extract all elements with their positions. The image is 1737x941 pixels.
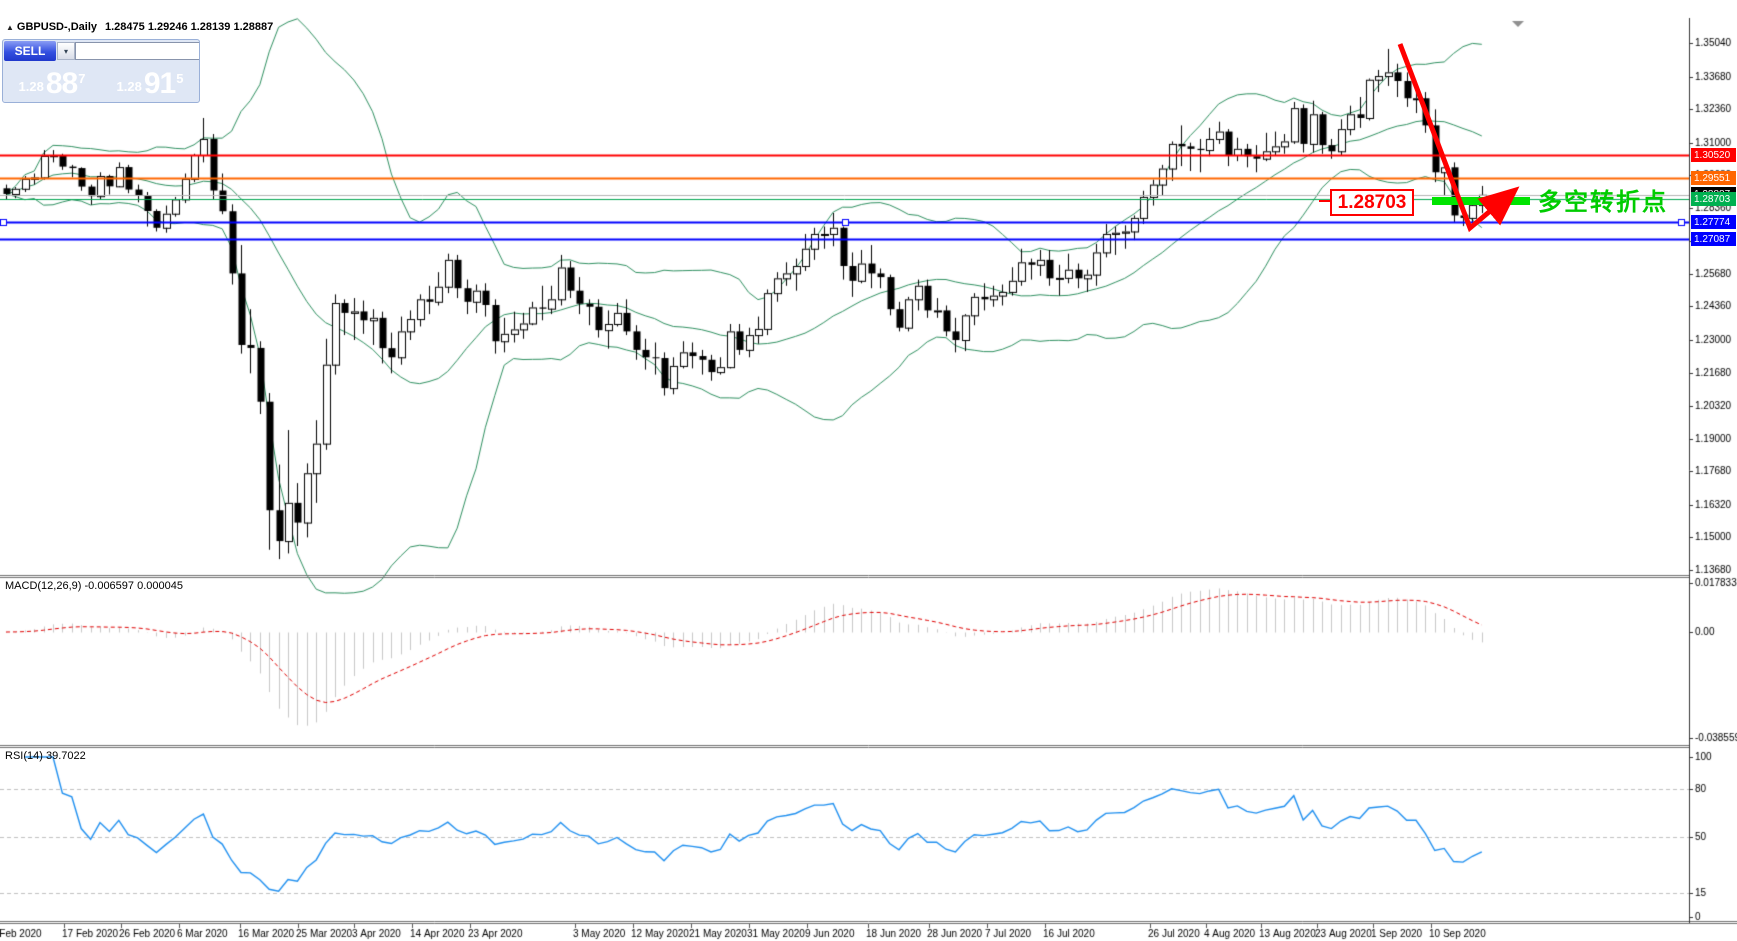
turning-point-note[interactable]: 多空转折点 [1538, 182, 1668, 217]
support-level-bar[interactable] [1432, 197, 1530, 205]
macd-label: MACD(12,26,9) -0.006597 0.000045 [5, 580, 183, 592]
sell-price-base: 1.28 [19, 77, 44, 97]
sell-button[interactable]: SELL [4, 41, 56, 61]
symbol-title: ▲GBPUSD-,Daily 1.28475 1.29246 1.28139 1.… [6, 21, 273, 33]
one-click-trading-widget: SELL ▾ ▴ BUY 1.28 88 7 1.28 91 5 [2, 39, 200, 103]
price-level-badge: 1.27774 [1691, 215, 1736, 229]
price-annotation-box[interactable]: 1.28703 [1330, 189, 1414, 216]
price-annotation-tick [1319, 200, 1330, 202]
symbol-name: GBPUSD-,Daily [17, 21, 97, 33]
price-level-badge: 1.29551 [1691, 171, 1736, 185]
rsi-value: 39.7022 [46, 750, 86, 762]
price-level-badge: 1.27087 [1691, 232, 1736, 246]
sell-price-big: 88 [46, 71, 77, 97]
price-level-badge: 1.30520 [1691, 148, 1736, 162]
mt4-window: { "toolbar": { "groups": [ ["new-chart",… [0, 0, 1737, 941]
sell-price-button[interactable]: 1.28 88 7 [4, 62, 100, 100]
buy-price-button[interactable]: 1.28 91 5 [102, 62, 198, 100]
rsi-label: RSI(14) 39.7022 [5, 750, 86, 762]
ohlc-values: 1.28475 1.29246 1.28139 1.28887 [105, 21, 273, 33]
price-level-badge: 1.28703 [1691, 192, 1736, 206]
macd-value-1: -0.006597 [84, 580, 134, 592]
macd-name: MACD(12,26,9) [5, 580, 81, 592]
rsi-name: RSI(14) [5, 750, 43, 762]
chevron-down-icon: ▾ [64, 47, 68, 56]
buy-price-base: 1.28 [117, 77, 142, 97]
volume-input[interactable] [75, 42, 200, 60]
buy-price-pip: 5 [176, 62, 183, 96]
chart-canvas[interactable] [0, 0, 1737, 941]
macd-value-2: 0.000045 [137, 580, 183, 592]
sell-price-pip: 7 [78, 62, 85, 96]
buy-price-big: 91 [144, 71, 175, 97]
volume-decrease-button[interactable]: ▾ [57, 42, 75, 60]
symbol-arrow-icon: ▲ [6, 23, 14, 32]
